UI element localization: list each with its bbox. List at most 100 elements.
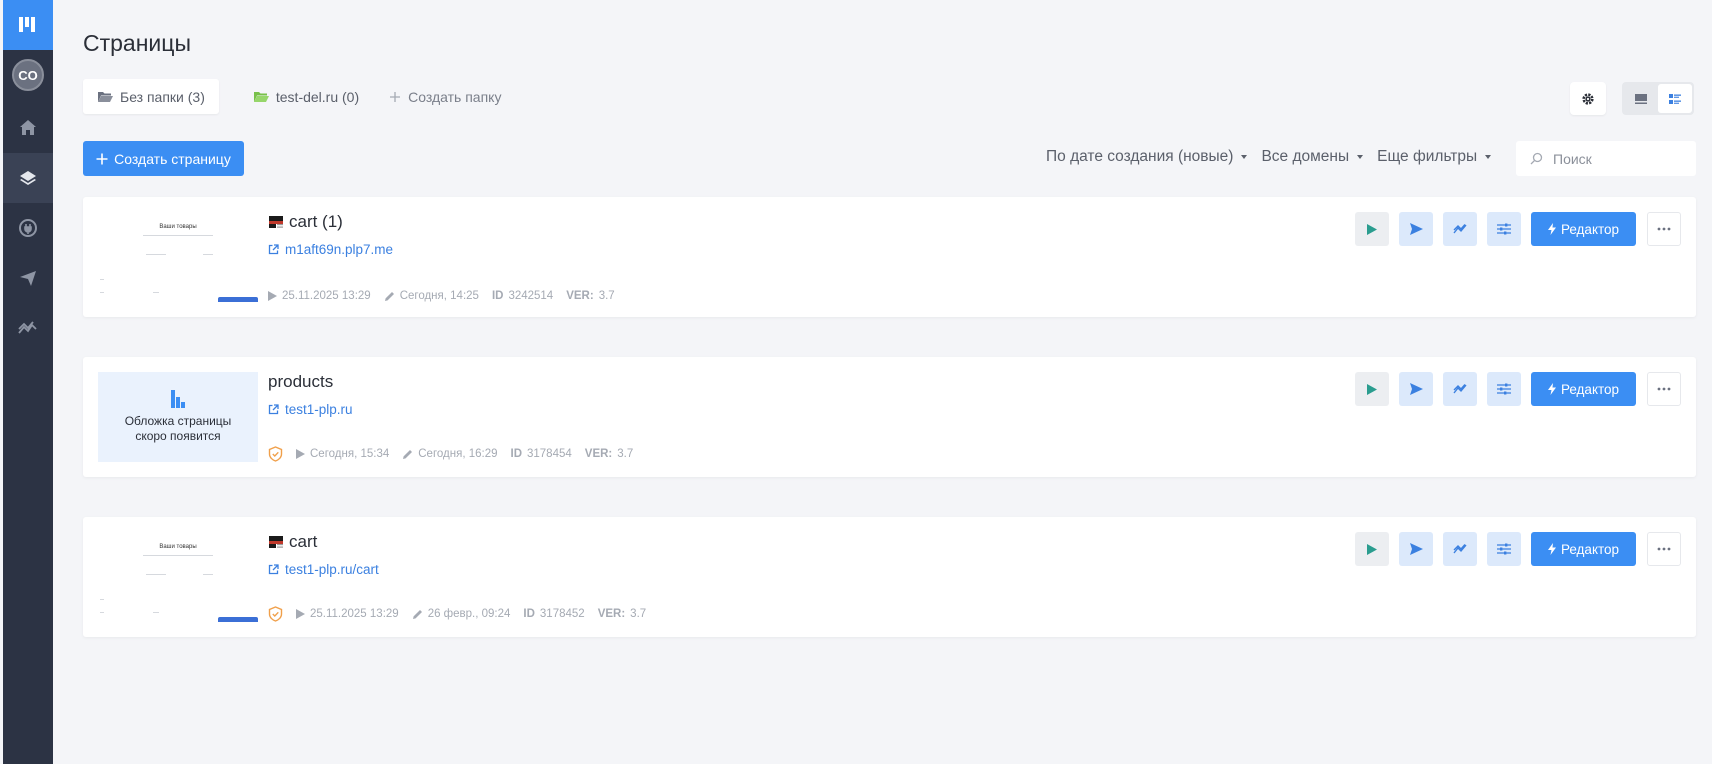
plug-icon [19,219,37,237]
editor-button[interactable]: Редактор [1531,212,1636,246]
placeholder-line1: Обложка страницы [124,414,232,428]
page-link[interactable]: test1-plp.ru [268,402,353,417]
id-key: ID [523,608,535,620]
page-title-row[interactable]: cart [268,532,317,552]
page-name: cart (1) [289,212,343,231]
analytics-button[interactable] [1443,212,1477,246]
editor-label: Редактор [1560,381,1620,397]
page-settings-button[interactable] [1487,212,1521,246]
domains-dropdown[interactable]: Все домены [1261,148,1364,166]
page-name: cart [289,532,318,551]
page-version: VER: 3.7 [598,608,646,620]
id-key: ID [491,290,504,302]
sort-dropdown[interactable]: По дате создания (новые) [1046,148,1248,166]
analytics-button[interactable] [1443,372,1477,406]
page-thumbnail-placeholder[interactable]: Обложка страницы скоро появится [98,372,258,462]
page-card: Ваши товары cart test1-plp.ru/cart 25.11… [83,517,1696,637]
page-card: Обложка страницы скоро появится products… [83,357,1696,477]
sidebar-item-analytics[interactable] [3,303,53,353]
editor-button[interactable]: Редактор [1531,532,1636,566]
sliders-icon [1497,543,1511,555]
analytics-icon [1452,224,1467,234]
page-meta: 25.11.2025 13:29 Сегодня, 14:25 ID 32425… [268,290,615,302]
more-filters-dropdown[interactable]: Еще фильтры [1377,148,1492,166]
edited-date: Сегодня, 16:29 [402,448,498,460]
page-link[interactable]: m1aft69n.plp7.me [268,242,393,257]
edited-date: 26 февр., 09:24 [412,608,511,620]
send-icon [20,271,36,286]
logo-icon [171,390,185,408]
view-list-button[interactable] [1658,84,1692,113]
more-icon [1657,227,1671,231]
preview-button[interactable] [1355,372,1389,406]
create-folder-button[interactable]: Создать папку [375,79,515,114]
create-page-button[interactable]: Создать страницу [83,141,244,176]
more-button[interactable] [1647,212,1681,246]
published-date: Сегодня, 15:34 [296,448,389,460]
published-value: 25.11.2025 13:29 [310,608,399,620]
search-input[interactable] [1553,150,1683,167]
sidebar-item-pages[interactable] [3,153,53,203]
plus-icon [390,91,401,102]
preview-button[interactable] [1355,532,1389,566]
list-view-icon [1669,93,1681,104]
analytics-icon [1452,384,1467,394]
publish-button[interactable] [1399,532,1433,566]
page-favicon-icon [269,536,283,548]
edited-value: 26 февр., 09:24 [427,608,511,620]
send-icon [1409,383,1423,395]
page-thumbnail[interactable]: Ваши товары [98,532,258,622]
page-link-text: test1-plp.ru/cart [285,562,379,577]
sidebar-item-integrations[interactable] [3,203,53,253]
external-link-icon [268,244,279,255]
main-content: Страницы Без папки (3) test-del.ru (0) С… [83,0,1712,764]
app-logo[interactable] [3,0,53,50]
more-button[interactable] [1647,372,1681,406]
edited-value: Сегодня, 16:29 [418,448,498,460]
page-actions: Редактор [1355,212,1681,246]
pencil-icon [384,291,394,301]
edited-value: Сегодня, 14:25 [399,290,479,302]
settings-button[interactable] [1570,82,1606,115]
sidebar-item-send[interactable] [3,253,53,303]
folder-green-icon [253,92,269,102]
search-icon [1530,152,1543,165]
folder-open-icon [98,92,113,102]
page-title-row[interactable]: cart (1) [268,212,343,232]
send-icon [1409,223,1423,235]
chevron-down-icon [1485,155,1492,159]
preview-button[interactable] [1355,212,1389,246]
thumbnail-title: Ваши товары [159,544,197,550]
analytics-icon [1452,544,1467,554]
folder-tab-label: test-del.ru (0) [275,88,360,105]
more-button[interactable] [1647,532,1681,566]
page-thumbnail[interactable]: Ваши товары [98,212,258,302]
published-value: 25.11.2025 13:29 [282,290,371,302]
ver-value: 3.7 [598,290,615,302]
view-grid-button[interactable] [1624,84,1658,113]
send-icon [1409,543,1423,555]
logo-icon [19,17,35,32]
page-settings-button[interactable] [1487,372,1521,406]
shield-check-icon [268,606,283,622]
editor-label: Редактор [1560,541,1620,557]
chevron-down-icon [1357,155,1364,159]
sidebar-item-home[interactable] [3,103,53,153]
page-actions: Редактор [1355,532,1681,566]
publish-button[interactable] [1399,372,1433,406]
folder-tab-test-del[interactable]: test-del.ru (0) [239,79,373,114]
editor-button[interactable]: Редактор [1531,372,1636,406]
avatar[interactable]: CO [12,59,44,91]
folder-tab-no-folder[interactable]: Без папки (3) [83,79,219,114]
page-card: Ваши товары cart (1) m1aft69n.plp7.me 25… [83,197,1696,317]
analytics-button[interactable] [1443,532,1477,566]
id-value: 3242514 [508,290,554,302]
layers-icon [20,171,36,185]
page-link[interactable]: test1-plp.ru/cart [268,562,379,577]
pencil-icon [412,609,422,619]
id-value: 3178454 [527,448,572,460]
page-title-row[interactable]: products [268,372,333,392]
more-filters-label: Еще фильтры [1377,148,1478,165]
publish-button[interactable] [1399,212,1433,246]
page-settings-button[interactable] [1487,532,1521,566]
